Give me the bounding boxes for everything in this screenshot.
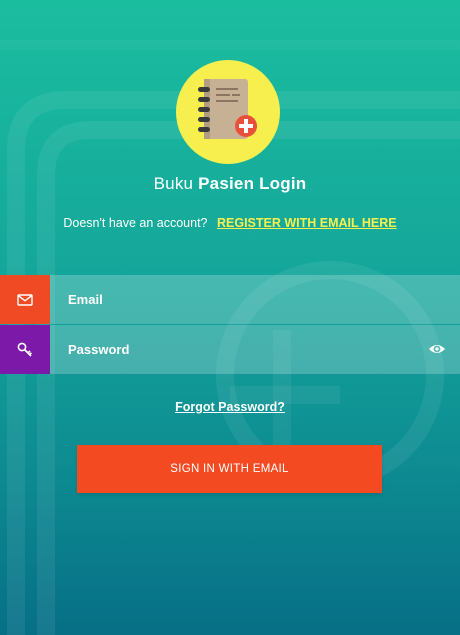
app-logo [176, 60, 280, 164]
eye-icon[interactable] [428, 340, 446, 358]
password-icon-box [0, 325, 50, 374]
notebook-medical-icon [198, 79, 257, 139]
envelope-icon [17, 293, 33, 306]
title-main: Pasien Login [198, 174, 307, 193]
sign-in-with-email-button[interactable]: SIGN IN WITH EMAIL [77, 445, 382, 493]
register-prompt-text: Doesn't have an account? [63, 216, 208, 230]
register-with-email-link[interactable]: REGISTER WITH EMAIL HERE [217, 216, 397, 230]
email-field-row [0, 275, 460, 324]
email-icon-box [0, 275, 50, 324]
title-prefix: Buku [153, 174, 194, 193]
password-input[interactable] [50, 325, 460, 374]
email-input[interactable] [50, 275, 460, 324]
forgot-password-link[interactable]: Forgot Password? [0, 400, 460, 414]
register-prompt-row: Doesn't have an account? REGISTER WITH E… [0, 216, 460, 230]
page-title: Buku Pasien Login [0, 174, 460, 194]
login-screen: Buku Pasien Login Doesn't have an accoun… [0, 0, 460, 635]
key-icon [17, 342, 32, 357]
password-field-row [0, 325, 460, 374]
